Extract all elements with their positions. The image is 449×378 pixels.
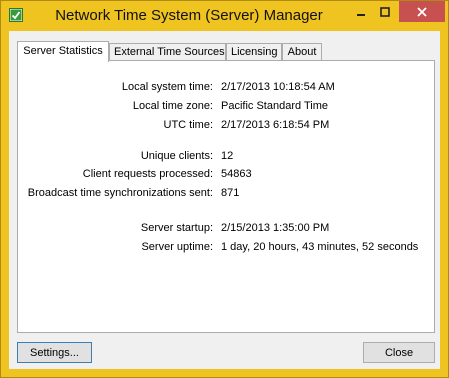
close-button[interactable]: Close [363,342,435,363]
stat-row-local-system-time: Local system time: 2/17/2013 10:18:54 AM [18,81,436,95]
stat-row-client-requests: Client requests processed: 54863 [18,168,436,182]
broadcast-syncs-value: 871 [221,187,240,199]
settings-button[interactable]: Settings... [17,342,92,363]
stat-row-utc-time: UTC time: 2/17/2013 6:18:54 PM [18,119,436,133]
client-requests-value: 54863 [221,168,252,180]
utc-time-value: 2/17/2013 6:18:54 PM [221,119,330,131]
close-icon [417,6,427,17]
window-close-button[interactable] [399,1,445,22]
maximize-button[interactable] [372,1,398,22]
server-uptime-value: 1 day, 20 hours, 43 minutes, 52 seconds [221,241,419,253]
tab-external-time-sources[interactable]: External Time Sources [109,43,226,60]
local-system-time-value: 2/17/2013 10:18:54 AM [221,81,335,93]
title-bar[interactable]: Network Time System (Server) Manager [1,1,448,31]
local-time-zone-label: Local time zone: [132,100,213,112]
maximize-icon [380,6,390,17]
minimize-button[interactable] [348,1,374,22]
client-requests-label: Client requests processed: [82,168,213,180]
stat-row-unique-clients: Unique clients: 12 [18,150,436,164]
server-startup-value: 2/15/2013 1:35:00 PM [221,222,330,234]
server-uptime-label: Server uptime: [141,241,213,253]
unique-clients-label: Unique clients: [140,150,213,162]
broadcast-syncs-label: Broadcast time synchronizations sent: [27,187,213,199]
server-statistics-panel: Local system time: 2/17/2013 10:18:54 AM… [17,60,435,333]
client-area: Server Statistics External Time Sources … [9,31,440,369]
unique-clients-value: 12 [221,150,234,162]
tab-licensing[interactable]: Licensing [226,43,282,60]
stat-row-server-startup: Server startup: 2/15/2013 1:35:00 PM [18,222,436,236]
stat-row-local-time-zone: Local time zone: Pacific Standard Time [18,100,436,114]
local-system-time-label: Local system time: [121,81,213,93]
window-title: Network Time System (Server) Manager [55,7,323,24]
stat-row-broadcast-syncs: Broadcast time synchronizations sent: 87… [18,187,436,201]
tab-about[interactable]: About [282,43,322,60]
stat-row-server-uptime: Server uptime: 1 day, 20 hours, 43 minut… [18,241,436,255]
tab-server-statistics[interactable]: Server Statistics [17,41,109,62]
local-time-zone-value: Pacific Standard Time [221,100,328,112]
utc-time-label: UTC time: [163,119,214,131]
server-startup-label: Server startup: [140,222,213,234]
app-window: Network Time System (Server) Manager Ser… [0,0,449,378]
minimize-icon [357,13,365,16]
